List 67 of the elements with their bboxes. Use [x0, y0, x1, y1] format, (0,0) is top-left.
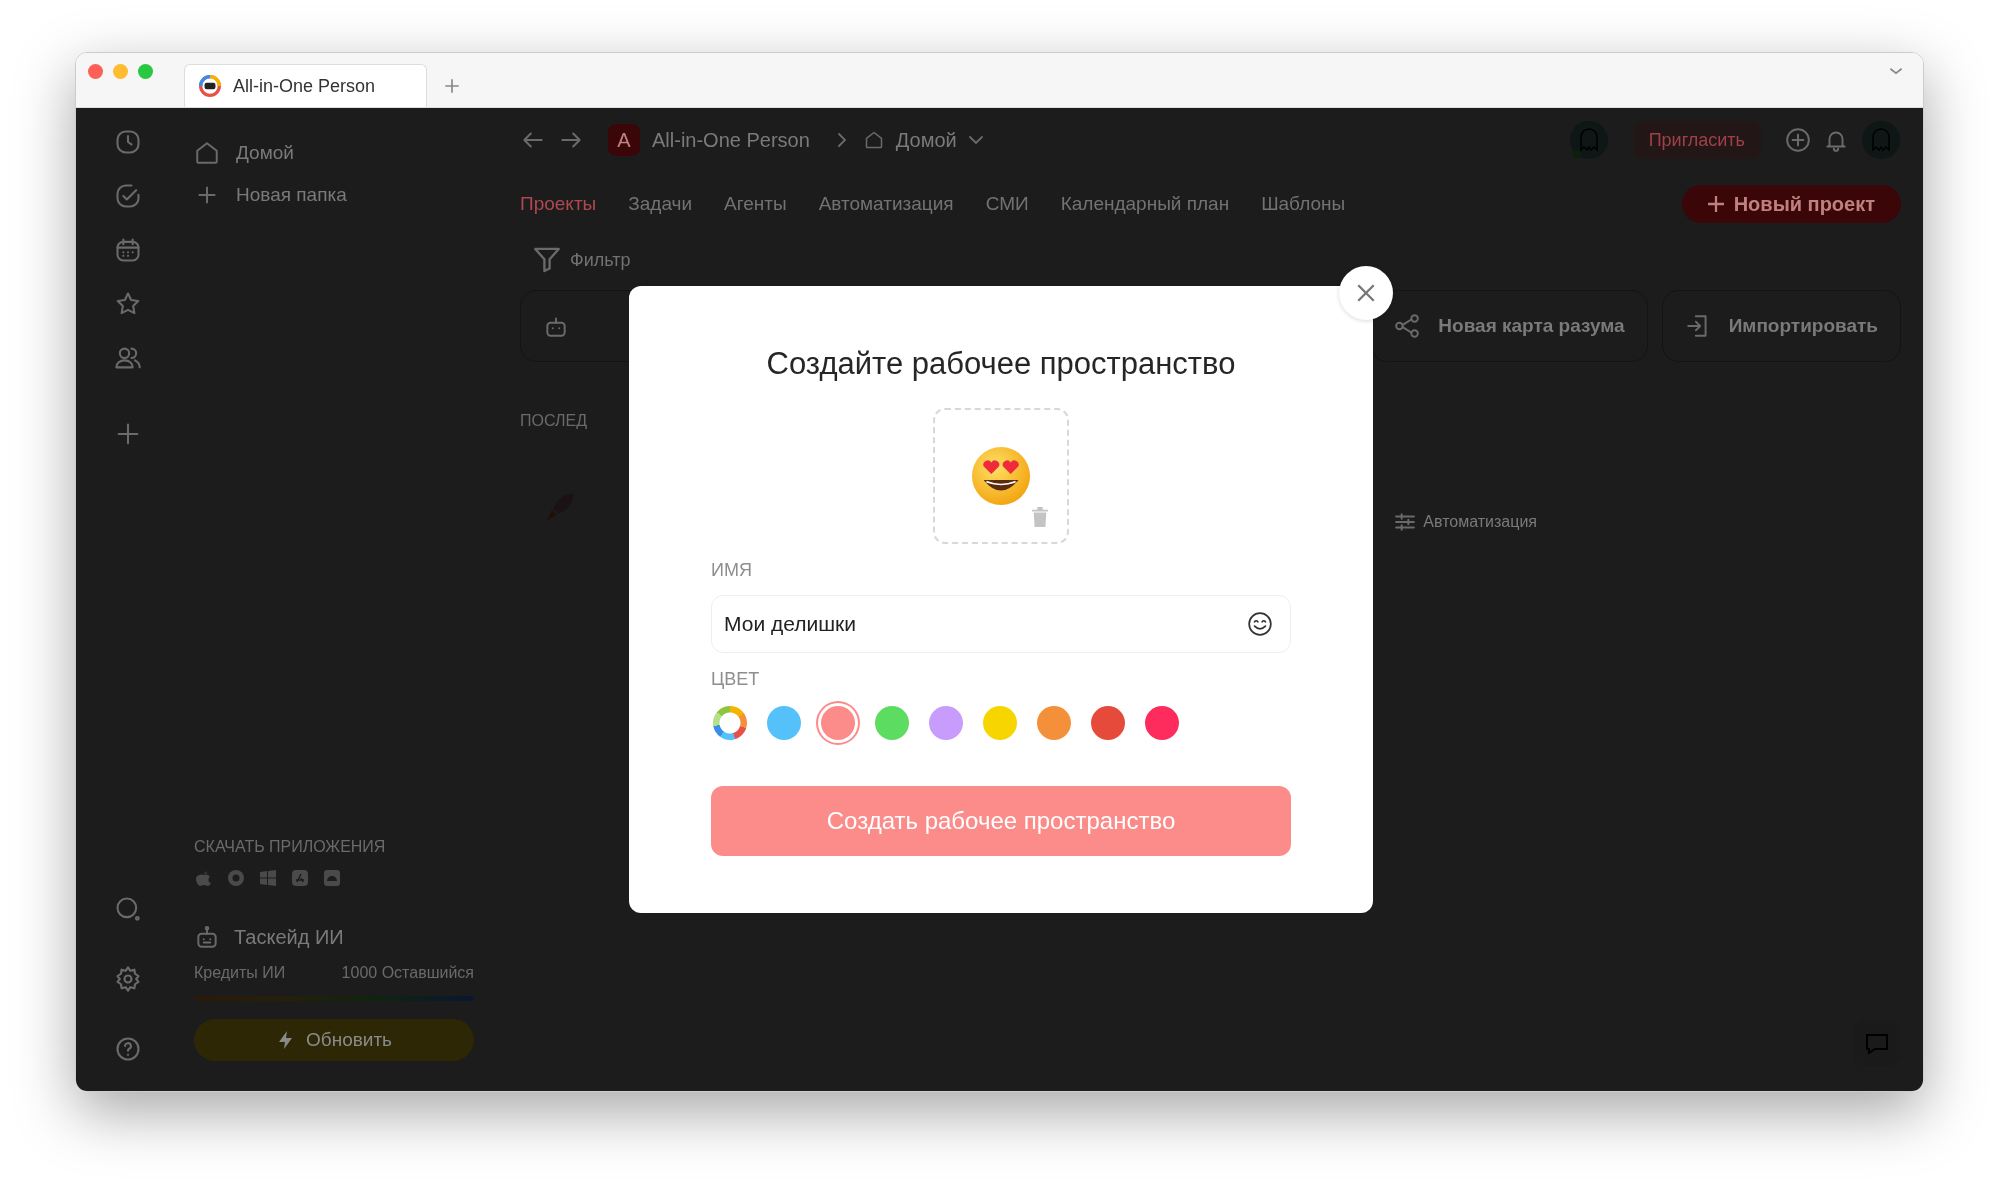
section-heading: ПОСЛЕД	[520, 412, 587, 430]
robot-icon	[194, 924, 220, 950]
field-label: ИМЯ	[711, 560, 752, 581]
android-icon[interactable]	[322, 868, 342, 888]
add-circle-icon[interactable]	[1785, 127, 1811, 153]
smiley-icon[interactable]	[1247, 611, 1273, 637]
view-tab[interactable]: Задачи	[628, 193, 693, 215]
view-tab[interactable]: Автоматизация	[818, 193, 954, 215]
view-tab[interactable]: СМИ	[985, 193, 1029, 215]
home-icon	[863, 130, 884, 150]
workspace-breadcrumb[interactable]: All-in-One Person	[652, 128, 810, 152]
view-tab[interactable]: Агенты	[724, 193, 787, 215]
filter-icon	[534, 247, 560, 273]
chevron-right-icon	[837, 133, 846, 147]
home-icon	[194, 140, 220, 166]
calendar-icon[interactable]	[114, 236, 142, 264]
emoji-picker[interactable]	[933, 408, 1069, 544]
close-button[interactable]	[1339, 266, 1393, 320]
browser-icon[interactable]	[226, 868, 246, 888]
app-logo-icon	[199, 75, 221, 97]
new-project-button[interactable]: Новый проект	[1681, 185, 1901, 223]
credits-remaining: 1000 Оставшийся	[341, 964, 474, 982]
settings-icon[interactable]	[114, 965, 142, 993]
color-swatch[interactable]	[1037, 706, 1071, 740]
color-swatch[interactable]	[929, 706, 963, 740]
location-breadcrumb[interactable]: Домой	[895, 128, 957, 152]
project-tag: Автоматизация	[1395, 512, 1537, 532]
credits-label: Кредиты ИИ	[194, 964, 286, 982]
view-tab[interactable]: Календарный план	[1060, 193, 1230, 215]
app-store-icon[interactable]	[290, 868, 310, 888]
windows-icon[interactable]	[258, 868, 278, 888]
close-icon	[1357, 284, 1375, 302]
sidebar-item[interactable]: Новая папка	[194, 174, 498, 216]
ai-title: Таскейд ИИ	[234, 925, 344, 949]
workspace-avatar: A	[608, 124, 640, 156]
zoom-window-button[interactable]	[138, 64, 153, 79]
search-icon[interactable]	[114, 895, 142, 923]
clock-icon[interactable]	[114, 128, 142, 156]
custom-color-swatch[interactable]	[713, 706, 747, 740]
sliders-icon	[1395, 512, 1416, 532]
add-icon	[1707, 196, 1724, 212]
checkmark-icon[interactable]	[114, 182, 142, 210]
help-icon[interactable]	[114, 1035, 142, 1063]
chevron-down-icon	[968, 136, 983, 144]
dialog-title: Создайте рабочее пространство	[766, 346, 1236, 382]
color-swatch[interactable]	[1091, 706, 1125, 740]
filter-button[interactable]: Фильтр	[534, 236, 654, 284]
view-tab[interactable]: Шаблоны	[1261, 193, 1346, 215]
color-swatch[interactable]	[767, 706, 801, 740]
section-heading: СКАЧАТЬ ПРИЛОЖЕНИЯ	[194, 838, 387, 856]
color-swatch[interactable]	[1145, 706, 1179, 740]
share-nodes-icon	[1394, 313, 1421, 339]
color-swatch[interactable]	[983, 706, 1017, 740]
browser-tab[interactable]: All-in-One Person	[184, 64, 427, 107]
invite-button[interactable]: Пригласить	[1632, 121, 1761, 159]
action-card[interactable]: Импортировать	[1661, 290, 1901, 362]
sidebar-item[interactable]: Домой	[194, 132, 498, 174]
color-swatch[interactable]	[875, 706, 909, 740]
create-workspace-button[interactable]: Создать рабочее пространство	[711, 786, 1291, 856]
upgrade-button[interactable]: Обновить	[194, 1019, 474, 1061]
new-tab-icon[interactable]	[443, 77, 461, 95]
field-label: ЦВЕТ	[711, 669, 760, 690]
view-tab[interactable]: Проекты	[520, 193, 597, 215]
trash-icon[interactable]	[1031, 506, 1049, 528]
heart-eyes-face-icon	[970, 445, 1032, 507]
close-window-button[interactable]	[88, 64, 103, 79]
name-input[interactable]: Мои делишки	[711, 595, 1291, 653]
